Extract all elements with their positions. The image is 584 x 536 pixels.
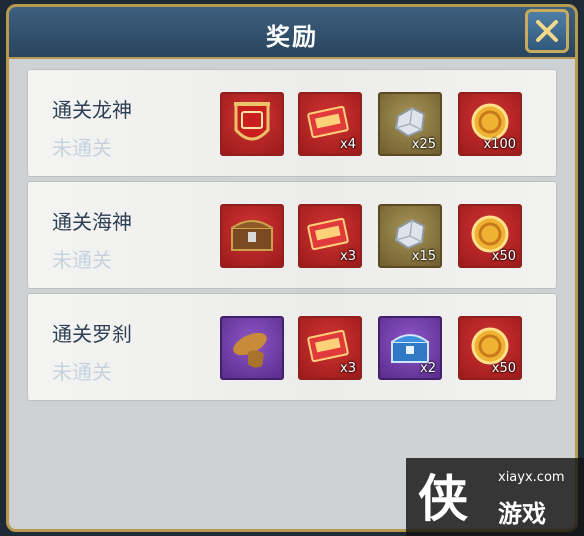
title-bar: 奖励 [9,7,575,59]
stage-title: 通关龙神 [52,98,132,122]
reward-row: 通关龙神 未通关 x4 x25 x100 [27,69,557,177]
site-watermark: 侠 xiayx.com 游戏 [406,458,584,536]
reward-slot[interactable]: x50 [458,204,522,268]
dialog-title: 奖励 [266,23,318,51]
reward-quantity: x3 [340,361,356,376]
close-icon [536,20,558,42]
reward-slot[interactable] [220,316,284,380]
reward-slot[interactable]: x15 [378,204,442,268]
watermark-name: 游戏 [498,500,546,528]
reward-slot[interactable]: x25 [378,92,442,156]
reward-quantity: x50 [491,361,516,376]
stage-status: 未通关 [52,136,112,160]
reward-quantity: x25 [411,137,436,152]
watermark-logo-icon: 侠 [418,470,468,528]
reward-slot[interactable]: x50 [458,316,522,380]
reward-quantity: x2 [420,361,436,376]
reward-quantity: x3 [340,249,356,264]
reward-slot[interactable]: x2 [378,316,442,380]
reward-quantity: x15 [411,249,436,264]
stage-title: 通关海神 [52,210,132,234]
reward-slot[interactable] [220,92,284,156]
reward-slot[interactable]: x4 [298,92,362,156]
reward-quantity: x50 [491,249,516,264]
reward-slot[interactable]: x3 [298,316,362,380]
red-shield-badge-icon [234,102,270,141]
stage-status: 未通关 [52,248,112,272]
reward-slot[interactable]: x3 [298,204,362,268]
reward-row: 通关海神 未通关 x3 x15 x50 [27,181,557,289]
reward-row: 通关罗刹 未通关 x3 x2 x50 [27,293,557,401]
reward-slot[interactable] [220,204,284,268]
bread-sack-icon [233,332,267,368]
reward-list: 通关龙神 未通关 x4 x25 x100 通关海神 未通关 x3 x15 x50… [27,69,557,405]
reward-dialog: 奖励 通关龙神 未通关 x4 x25 x100 通关海神 未通关 x3 x15 … [6,4,578,532]
stage-status: 未通关 [52,360,112,384]
svg-text:侠: 侠 [418,470,468,528]
watermark-url: xiayx.com [498,470,565,485]
reward-quantity: x4 [340,137,356,152]
reward-slot[interactable]: x100 [458,92,522,156]
reward-quantity: x100 [483,137,516,152]
treasure-chest-icon [231,220,273,251]
stage-title: 通关罗刹 [52,322,132,346]
close-button[interactable] [525,9,569,53]
